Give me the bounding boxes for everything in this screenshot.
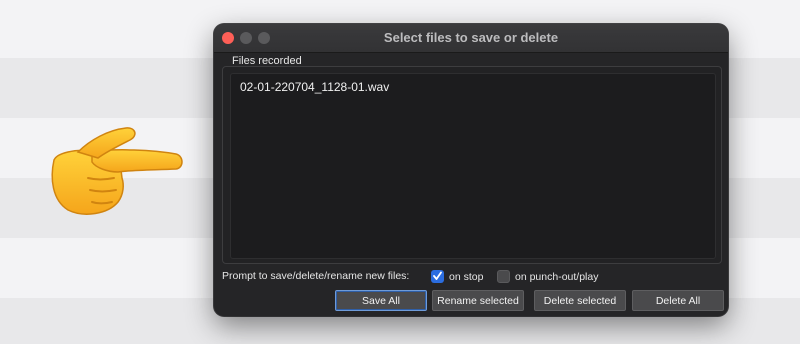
on-punch-out-play-checkbox[interactable]: [497, 270, 510, 283]
prompt-label: Prompt to save/delete/rename new files:: [222, 270, 410, 282]
rename-selected-button[interactable]: Rename selected: [432, 290, 524, 311]
list-item[interactable]: 02-01-220704_1128-01.wav: [240, 80, 389, 94]
save-all-button[interactable]: Save All: [335, 290, 427, 311]
window-title: Select files to save or delete: [383, 30, 559, 45]
pointing-hand-icon: [51, 127, 183, 215]
on-punch-out-play-label[interactable]: on punch-out/play: [515, 271, 598, 283]
delete-all-button[interactable]: Delete All: [632, 290, 724, 311]
on-stop-label[interactable]: on stop: [449, 271, 483, 283]
checkmark-icon: [433, 271, 442, 280]
title-bar: Select files to save or delete: [214, 24, 728, 53]
select-files-dialog: Select files to save or delete Files rec…: [214, 24, 728, 316]
on-stop-checkbox[interactable]: [431, 270, 444, 283]
delete-selected-button[interactable]: Delete selected: [534, 290, 626, 311]
files-recorded-group: 02-01-220704_1128-01.wav: [222, 66, 722, 264]
files-list[interactable]: 02-01-220704_1128-01.wav: [230, 73, 716, 259]
